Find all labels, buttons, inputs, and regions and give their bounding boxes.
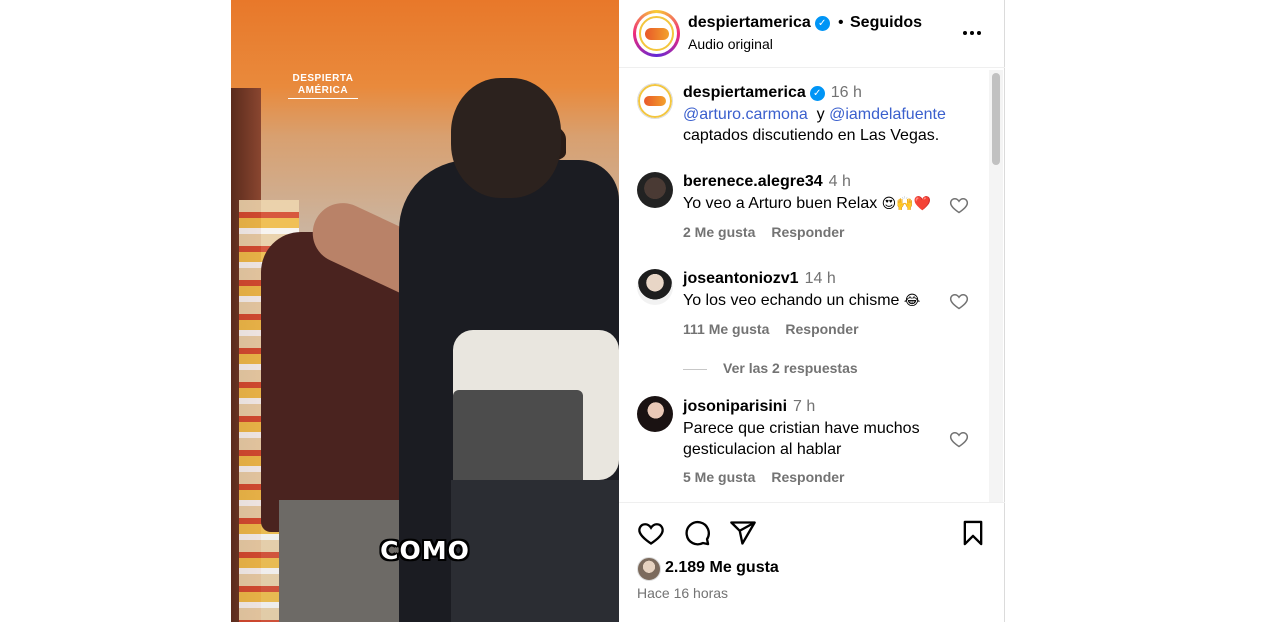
verified-badge-icon: ✓: [809, 86, 825, 101]
comment-text-line-2: gesticulacion al hablar: [683, 441, 842, 458]
comment-time[interactable]: 14 h: [805, 270, 836, 287]
reply-button[interactable]: Responder: [771, 224, 844, 240]
following-button[interactable]: Seguidos: [850, 14, 922, 32]
brand-line-1: DESPIERTA: [292, 73, 354, 84]
comment-text: Parece que cristian have muchos gesticul…: [683, 418, 920, 460]
comment-meta: 111 Me gusta Responder: [683, 321, 859, 337]
post-author-username[interactable]: despiertamerica: [683, 84, 806, 101]
header-username-row[interactable]: despiertamerica ✓: [688, 14, 830, 32]
comment-time[interactable]: 7 h: [793, 398, 815, 415]
comment-like-heart-icon[interactable]: [949, 291, 969, 311]
comment-emoji: 😂: [903, 293, 921, 309]
liker-avatar[interactable]: [637, 557, 661, 581]
comments-list[interactable]: despiertamerica ✓ 16 h @arturo.carmona y @…: [619, 69, 989, 502]
comment-meta: 2 Me gusta Responder: [683, 224, 844, 240]
comment-bubble-icon[interactable]: [683, 519, 711, 547]
post-author-avatar[interactable]: [637, 83, 673, 119]
header-username[interactable]: despiertamerica: [688, 14, 811, 31]
video-brand-watermark: DESPIERTA AMÉRICA: [288, 73, 358, 99]
comment-username[interactable]: josoniparisini: [683, 398, 787, 415]
comment-like-count[interactable]: 5 Me gusta: [683, 469, 755, 485]
comment-text-body: Yo los veo echando un chisme: [683, 292, 900, 309]
caption-text: captados discutiendo en Las Vegas.: [683, 127, 940, 144]
reply-button[interactable]: Responder: [785, 321, 858, 337]
despierta-america-logo-icon: [639, 16, 674, 51]
caption-connector: y: [816, 106, 825, 123]
scrollbar-thumb[interactable]: [992, 73, 1000, 165]
comment-like-count[interactable]: 111 Me gusta: [683, 321, 769, 337]
comment-like-count[interactable]: 2 Me gusta: [683, 224, 755, 240]
video-person-right-head: [451, 78, 561, 198]
reply-button[interactable]: Responder: [771, 469, 844, 485]
comment-text-line-1: Parece que cristian have muchos: [683, 420, 920, 437]
audio-link[interactable]: Audio original: [688, 36, 773, 52]
comment-avatar[interactable]: [637, 269, 673, 305]
post-actions: 2.189 Me gusta Hace 16 horas: [619, 502, 1005, 622]
comment-like-heart-icon[interactable]: [949, 429, 969, 449]
comment-username[interactable]: berenece.alegre34: [683, 173, 823, 190]
comment-avatar[interactable]: [637, 172, 673, 208]
despierta-america-logo-icon: [644, 96, 666, 106]
comment-header: josoniparisini 7 h: [683, 398, 815, 416]
comment-header: berenece.alegre34 4 h: [683, 173, 851, 191]
comments-scrollbar[interactable]: [989, 70, 1003, 502]
post-timestamp[interactable]: Hace 16 horas: [637, 585, 728, 601]
bookmark-save-icon[interactable]: [959, 519, 987, 547]
post-caption: @arturo.carmona y @iamdelafuente captado…: [683, 104, 946, 146]
comment-header: joseantoniozv1 14 h: [683, 270, 836, 288]
header-avatar[interactable]: [633, 10, 680, 57]
like-heart-icon[interactable]: [637, 519, 665, 547]
verified-badge-icon: ✓: [814, 16, 830, 31]
instagram-post-view: DESPIERTA AMÉRICA COMO despiertamerica ✓ …: [0, 0, 1280, 622]
replies-divider: [683, 368, 707, 370]
mention-link[interactable]: @arturo.carmona: [683, 106, 808, 123]
post-header: despiertamerica ✓ • Seguidos Audio origin…: [619, 0, 1005, 68]
post-side-panel: despiertamerica ✓ • Seguidos Audio origin…: [619, 0, 1005, 622]
video-subtitle: COMO: [380, 536, 470, 565]
post-time[interactable]: 16 h: [831, 84, 862, 101]
comment-time[interactable]: 4 h: [829, 173, 851, 190]
mention-link[interactable]: @iamdelafuente: [829, 106, 946, 123]
likes-count[interactable]: 2.189 Me gusta: [665, 559, 779, 577]
comment-text: Yo veo a Arturo buen Relax 😍🙌❤️: [683, 193, 931, 215]
comment-meta: 5 Me gusta Responder: [683, 469, 844, 485]
comment-emoji: 😍🙌❤️: [881, 196, 932, 212]
brand-line-2: AMÉRICA: [288, 85, 358, 99]
comment-text: Yo los veo echando un chisme 😂: [683, 290, 920, 312]
comment-avatar[interactable]: [637, 396, 673, 432]
share-send-icon[interactable]: [729, 519, 757, 547]
comment-like-heart-icon[interactable]: [949, 195, 969, 215]
post-author-row: despiertamerica ✓ 16 h: [683, 84, 862, 102]
view-replies-label[interactable]: Ver las 2 respuestas: [723, 360, 858, 376]
more-options-icon[interactable]: [960, 21, 984, 45]
view-replies-button[interactable]: Ver las 2 respuestas: [683, 360, 858, 376]
header-separator: •: [838, 14, 844, 31]
comment-username[interactable]: joseantoniozv1: [683, 270, 799, 287]
comment-text-body: Yo veo a Arturo buen Relax: [683, 195, 878, 212]
